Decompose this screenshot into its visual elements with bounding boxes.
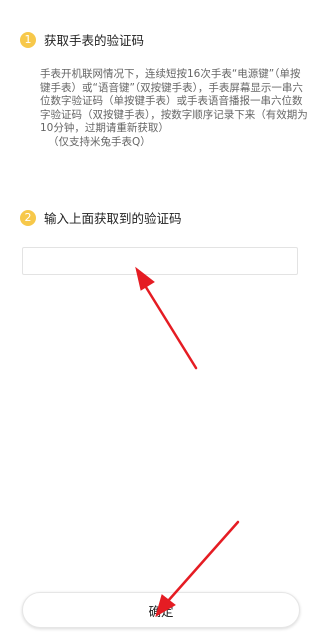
confirm-button[interactable]: 确定 <box>22 592 300 628</box>
step-2-header: 2 输入上面获取到的验证码 <box>20 208 182 227</box>
step-2-title: 输入上面获取到的验证码 <box>44 211 182 226</box>
step-1-badge: 1 <box>20 31 36 48</box>
step-1-header: 1 获取手表的验证码 <box>20 30 144 49</box>
step-1-note: （仅支持米兔手表Q） <box>48 135 151 148</box>
arrow-to-input-icon <box>135 266 198 370</box>
step-1-description: 手表开机联网情况下，连续短按16次手表“电源键”（单按键手表）或“语音键”（双按… <box>40 68 308 134</box>
step-2-badge: 2 <box>20 209 36 226</box>
verification-code-input[interactable] <box>22 247 298 275</box>
confirm-button-label: 确定 <box>148 603 174 619</box>
step-1-title: 获取手表的验证码 <box>44 33 145 48</box>
step-1-description-block: 手表开机联网情况下，连续短按16次手表“电源键”（单按键手表）或“语音键”（双按… <box>40 68 308 149</box>
